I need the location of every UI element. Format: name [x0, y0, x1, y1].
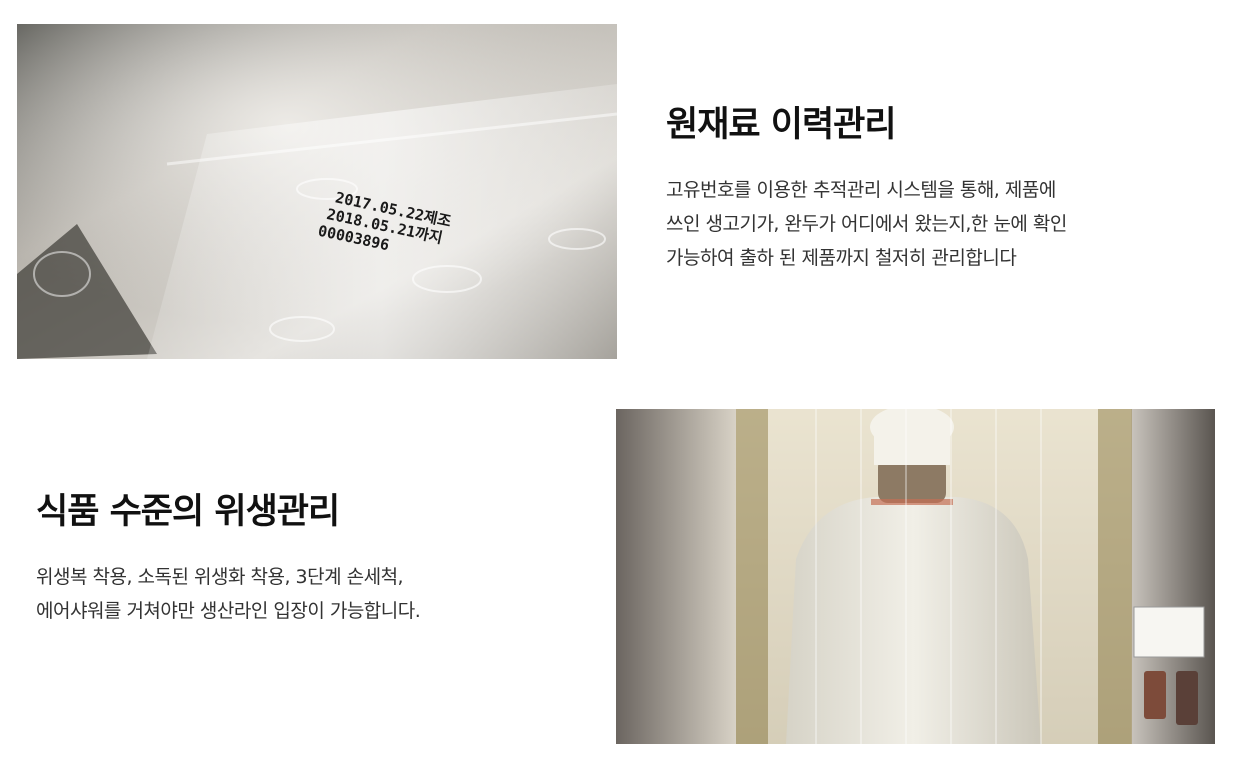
traceability-title: 원재료 이력관리 [666, 105, 897, 145]
traceability-desc-line: 고유번호를 이용한 추적관리 시스템을 통해, 제품에 [666, 179, 1056, 201]
traceability-section: 원재료 이력관리 고유번호를 이용한 추적관리 시스템을 통해, 제품에 쓰인 … [666, 96, 1186, 275]
packaging-label-photo: 2017.05.22제조 2018.05.21까지 00003896 [17, 24, 617, 359]
traceability-desc-line: 쓰인 생고기가, 완두가 어디에서 왔는지,한 눈에 확인 [666, 213, 1067, 235]
traceability-description: 고유번호를 이용한 추적관리 시스템을 통해, 제품에 쓰인 생고기가, 완두가… [666, 173, 1186, 275]
hygiene-desc-line: 에어샤워를 거쳐야만 생산라인 입장이 가능합니다. [36, 600, 421, 622]
hygiene-section: 식품 수준의 위생관리 위생복 착용, 소독된 위생화 착용, 3단계 손세척,… [36, 483, 576, 628]
hygiene-description: 위생복 착용, 소독된 위생화 착용, 3단계 손세척, 에어샤워를 거쳐야만 … [36, 560, 576, 628]
hygiene-title: 식품 수준의 위생관리 [36, 492, 340, 532]
hygiene-desc-line: 위생복 착용, 소독된 위생화 착용, 3단계 손세척, [36, 566, 404, 588]
traceability-desc-line: 가능하여 출하 된 제품까지 철저히 관리합니다 [666, 247, 1017, 269]
hygiene-worker-photo [616, 409, 1215, 744]
